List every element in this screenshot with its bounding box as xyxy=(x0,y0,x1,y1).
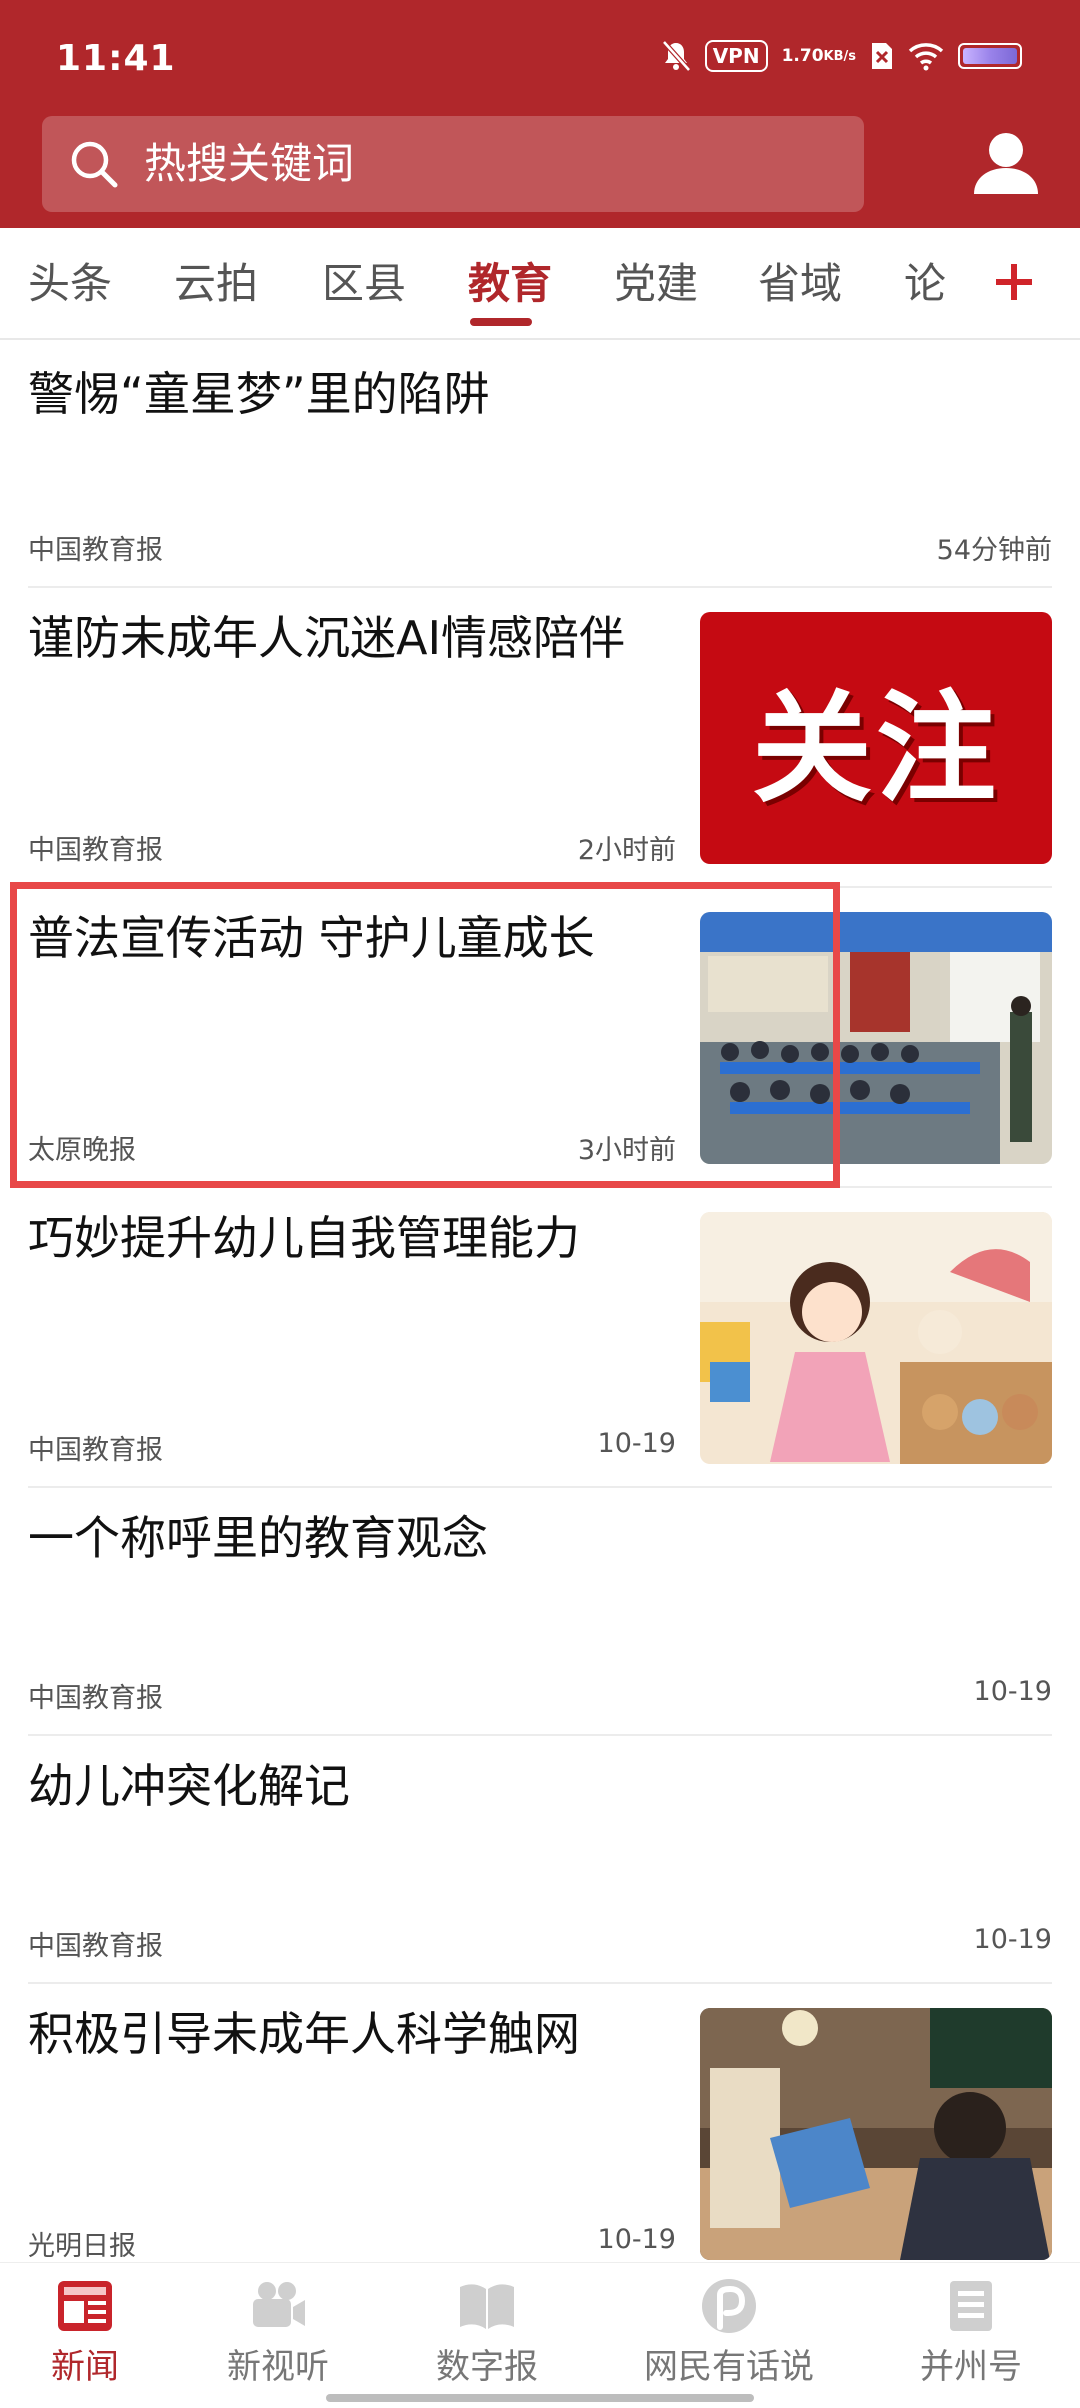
article-title: 积极引导未成年人科学触网 xyxy=(28,2007,580,2061)
network-speed: 1.70 KB/s xyxy=(781,45,856,66)
category-tabs: 头条 云拍 区县 教育 党建 省域 论 xyxy=(0,228,1080,340)
list-item[interactable]: 巧妙提升幼儿自我管理能力 中国教育报 10-19 xyxy=(28,1188,1052,1488)
cartoon-illustration xyxy=(700,1212,1052,1464)
tab-province[interactable]: 省域 xyxy=(758,258,842,310)
active-tab-indicator xyxy=(470,318,532,326)
nav-label: 并州号 xyxy=(920,2347,1022,2387)
tab-party-building[interactable]: 党建 xyxy=(614,258,698,310)
status-time: 11:41 xyxy=(56,38,176,79)
article-source: 光明日报 xyxy=(28,2231,136,2262)
mute-bell-icon xyxy=(661,40,691,72)
list-item[interactable]: 普法宣传活动 守护儿童成长 太原晚报 3小时前 xyxy=(28,888,1052,1188)
list-item[interactable]: 谨防未成年人沉迷AI情感陪伴 中国教育报 2小时前 关注 xyxy=(28,588,1052,888)
vpn-badge: VPN xyxy=(704,40,768,72)
user-profile-icon[interactable] xyxy=(970,128,1042,200)
article-time: 54分钟前 xyxy=(936,535,1052,566)
article-title: 普法宣传活动 守护儿童成长 xyxy=(28,911,595,965)
article-source: 中国教育报 xyxy=(28,835,163,866)
nav-digital-paper[interactable]: 数字报 xyxy=(392,2277,582,2387)
article-source: 太原晚报 xyxy=(28,1135,136,1166)
nav-label: 数字报 xyxy=(436,2347,538,2387)
list-item[interactable]: 一个称呼里的教育观念 中国教育报 10-19 xyxy=(28,1488,1052,1736)
list-item[interactable]: 警惕“童星梦”里的陷阱 中国教育报 54分钟前 xyxy=(28,340,1052,588)
list-item[interactable]: 幼儿冲突化解记 中国教育报 10-19 xyxy=(28,1736,1052,1984)
battery-icon xyxy=(958,43,1022,69)
speech-p-icon xyxy=(702,2279,756,2333)
home-indicator[interactable] xyxy=(326,2394,754,2402)
nav-label: 新闻 xyxy=(51,2347,119,2387)
sim-off-icon xyxy=(870,41,894,71)
nav-label: 网民有话说 xyxy=(644,2347,814,2387)
speed-unit: KB/s xyxy=(823,48,856,64)
tab-education[interactable]: 教育 xyxy=(468,258,552,310)
open-book-icon xyxy=(460,2284,514,2329)
document-icon xyxy=(950,2281,992,2331)
nav-label: 新视听 xyxy=(227,2347,329,2387)
app-header: 11:41 VPN 1.70 KB/s 热搜关键词 xyxy=(0,0,1080,228)
article-title: 巧妙提升幼儿自我管理能力 xyxy=(28,1211,580,1265)
article-source: 中国教育报 xyxy=(28,1931,163,1962)
nav-bingzhou-account[interactable]: 并州号 xyxy=(876,2277,1066,2387)
article-source: 中国教育报 xyxy=(28,1683,163,1714)
article-title: 谨防未成年人沉迷AI情感陪伴 xyxy=(28,611,626,665)
boy-laptop-photo xyxy=(700,2008,1052,2260)
tab-districts[interactable]: 区县 xyxy=(322,258,406,310)
article-time: 10-19 xyxy=(597,2224,676,2255)
article-time: 2小时前 xyxy=(577,835,676,866)
thumbnail-caption: 关注 xyxy=(752,678,1000,819)
article-title: 幼儿冲突化解记 xyxy=(28,1759,350,1813)
tab-headline[interactable]: 头条 xyxy=(28,258,112,310)
search-icon xyxy=(71,141,118,188)
speed-value: 1.70 xyxy=(781,45,824,66)
nav-video[interactable]: 新视听 xyxy=(183,2277,373,2387)
search-input[interactable]: 热搜关键词 xyxy=(42,116,864,212)
wifi-icon xyxy=(908,41,944,71)
list-item[interactable]: 积极引导未成年人科学触网 光明日报 10-19 xyxy=(28,1984,1052,2262)
classroom-photo xyxy=(700,912,1052,1164)
tab-forum[interactable]: 论 xyxy=(904,258,946,310)
search-placeholder: 热搜关键词 xyxy=(144,139,355,188)
newspaper-icon xyxy=(58,2281,112,2331)
tab-cloud-photo[interactable]: 云拍 xyxy=(174,258,258,310)
article-title: 警惕“童星梦”里的陷阱 xyxy=(28,367,490,421)
article-time: 10-19 xyxy=(597,1428,676,1459)
article-thumbnail: 关注 xyxy=(700,612,1052,864)
nav-news[interactable]: 新闻 xyxy=(0,2277,180,2387)
add-channel-icon[interactable] xyxy=(994,262,1034,302)
article-title: 一个称呼里的教育观念 xyxy=(28,1511,488,1565)
nav-netizen-voice[interactable]: 网民有话说 xyxy=(634,2277,824,2387)
article-source: 中国教育报 xyxy=(28,1435,163,1466)
status-bar: 11:41 VPN 1.70 KB/s xyxy=(0,0,1080,112)
video-camera-icon xyxy=(253,2282,305,2327)
article-source: 中国教育报 xyxy=(28,535,163,566)
article-time: 10-19 xyxy=(973,1676,1052,1707)
status-icons: VPN 1.70 KB/s xyxy=(661,40,1022,72)
article-time: 3小时前 xyxy=(577,1135,676,1166)
article-time: 10-19 xyxy=(973,1924,1052,1955)
bottom-navigation: 新闻 新视听 数字报 网民有话说 并州号 xyxy=(0,2262,1080,2408)
